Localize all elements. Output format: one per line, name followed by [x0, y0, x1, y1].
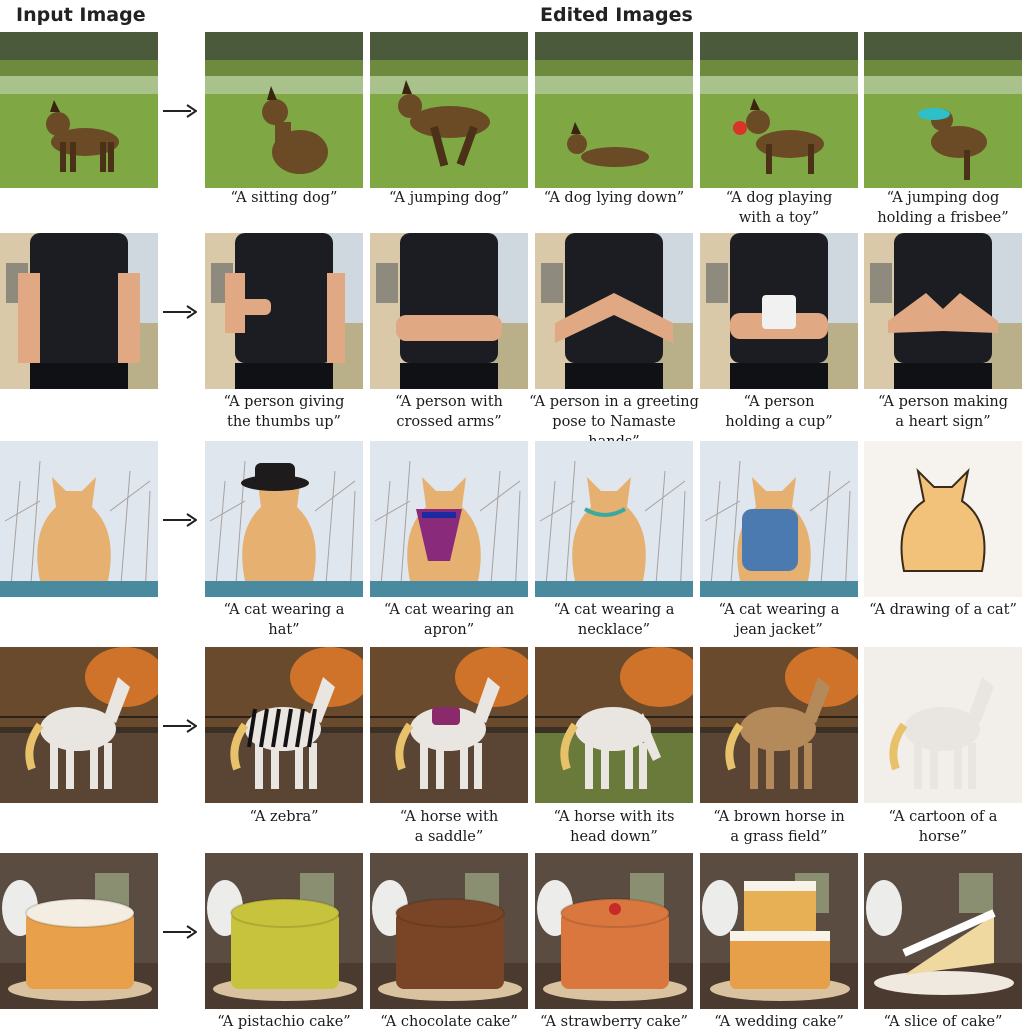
caption: “A person giving the thumbs up” — [223, 394, 345, 430]
caption: “A cartoon of a horse” — [888, 809, 998, 845]
caption: “A drawing of a cat” — [869, 602, 1017, 618]
edited-image-horse-1 — [205, 647, 363, 803]
input-image-horse — [0, 647, 158, 803]
edited-image-dog-2 — [370, 32, 528, 188]
caption: “A jumping dog” — [388, 190, 510, 206]
edited-image-person-5 — [864, 233, 1022, 389]
edited-image-dog-3 — [535, 32, 693, 188]
edited-image-horse-4 — [700, 647, 858, 803]
caption: “A cat wearing a jean jacket” — [718, 602, 840, 638]
edited-image-person-3 — [535, 233, 693, 389]
edited-image-dog-4 — [700, 32, 858, 188]
caption: “A person holding a cup” — [725, 394, 833, 430]
caption: “A horse with a saddle” — [399, 809, 499, 845]
caption: “A cat wearing a hat” — [223, 602, 345, 638]
input-image-dog — [0, 32, 158, 188]
caption: “A dog playing with a toy” — [725, 190, 833, 226]
caption: “A sitting dog” — [230, 190, 338, 206]
edited-image-cake-4 — [700, 853, 858, 1009]
caption: “A jumping dog holding a frisbee” — [877, 190, 1009, 226]
arrow-right-icon — [163, 304, 198, 319]
caption: “A horse with its head down” — [553, 809, 675, 845]
arrow-right-icon — [163, 718, 198, 733]
caption: “A person with crossed arms” — [395, 394, 503, 430]
edited-image-horse-5 — [864, 647, 1022, 803]
edited-image-cat-3 — [535, 441, 693, 597]
caption: “A cat wearing a necklace” — [553, 602, 675, 638]
edited-image-cake-5 — [864, 853, 1022, 1009]
input-image-header: Input Image — [16, 4, 146, 26]
edited-image-cat-1 — [205, 441, 363, 597]
caption: “A chocolate cake” — [380, 1014, 518, 1030]
caption: “A brown horse in a grass field” — [713, 809, 845, 845]
edited-image-cat-5 — [864, 441, 1022, 597]
caption: “A wedding cake” — [714, 1014, 844, 1030]
edited-image-person-2 — [370, 233, 528, 389]
edited-image-cake-2 — [370, 853, 528, 1009]
caption: “A slice of cake” — [883, 1014, 1003, 1030]
input-image-cat — [0, 441, 158, 597]
arrow-right-icon — [163, 512, 198, 527]
input-image-cake — [0, 853, 158, 1009]
edited-image-dog-5 — [864, 32, 1022, 188]
arrow-right-icon — [163, 924, 198, 939]
edited-image-dog-1 — [205, 32, 363, 188]
edited-image-cake-3 — [535, 853, 693, 1009]
input-image-person — [0, 233, 158, 389]
caption: “A strawberry cake” — [540, 1014, 688, 1030]
caption: “A dog lying down” — [543, 190, 685, 206]
arrow-right-icon — [163, 103, 198, 118]
edited-image-person-1 — [205, 233, 363, 389]
caption: “A person making a heart sign” — [878, 394, 1008, 430]
edited-image-cake-1 — [205, 853, 363, 1009]
caption: “A cat wearing an apron” — [383, 602, 515, 638]
edited-image-horse-3 — [535, 647, 693, 803]
edited-image-horse-2 — [370, 647, 528, 803]
caption: “A zebra” — [249, 809, 319, 825]
edited-image-cat-4 — [700, 441, 858, 597]
edited-image-cat-2 — [370, 441, 528, 597]
edited-image-person-4 — [700, 233, 858, 389]
caption: “A pistachio cake” — [217, 1014, 351, 1030]
edited-images-header: Edited Images — [540, 4, 693, 26]
